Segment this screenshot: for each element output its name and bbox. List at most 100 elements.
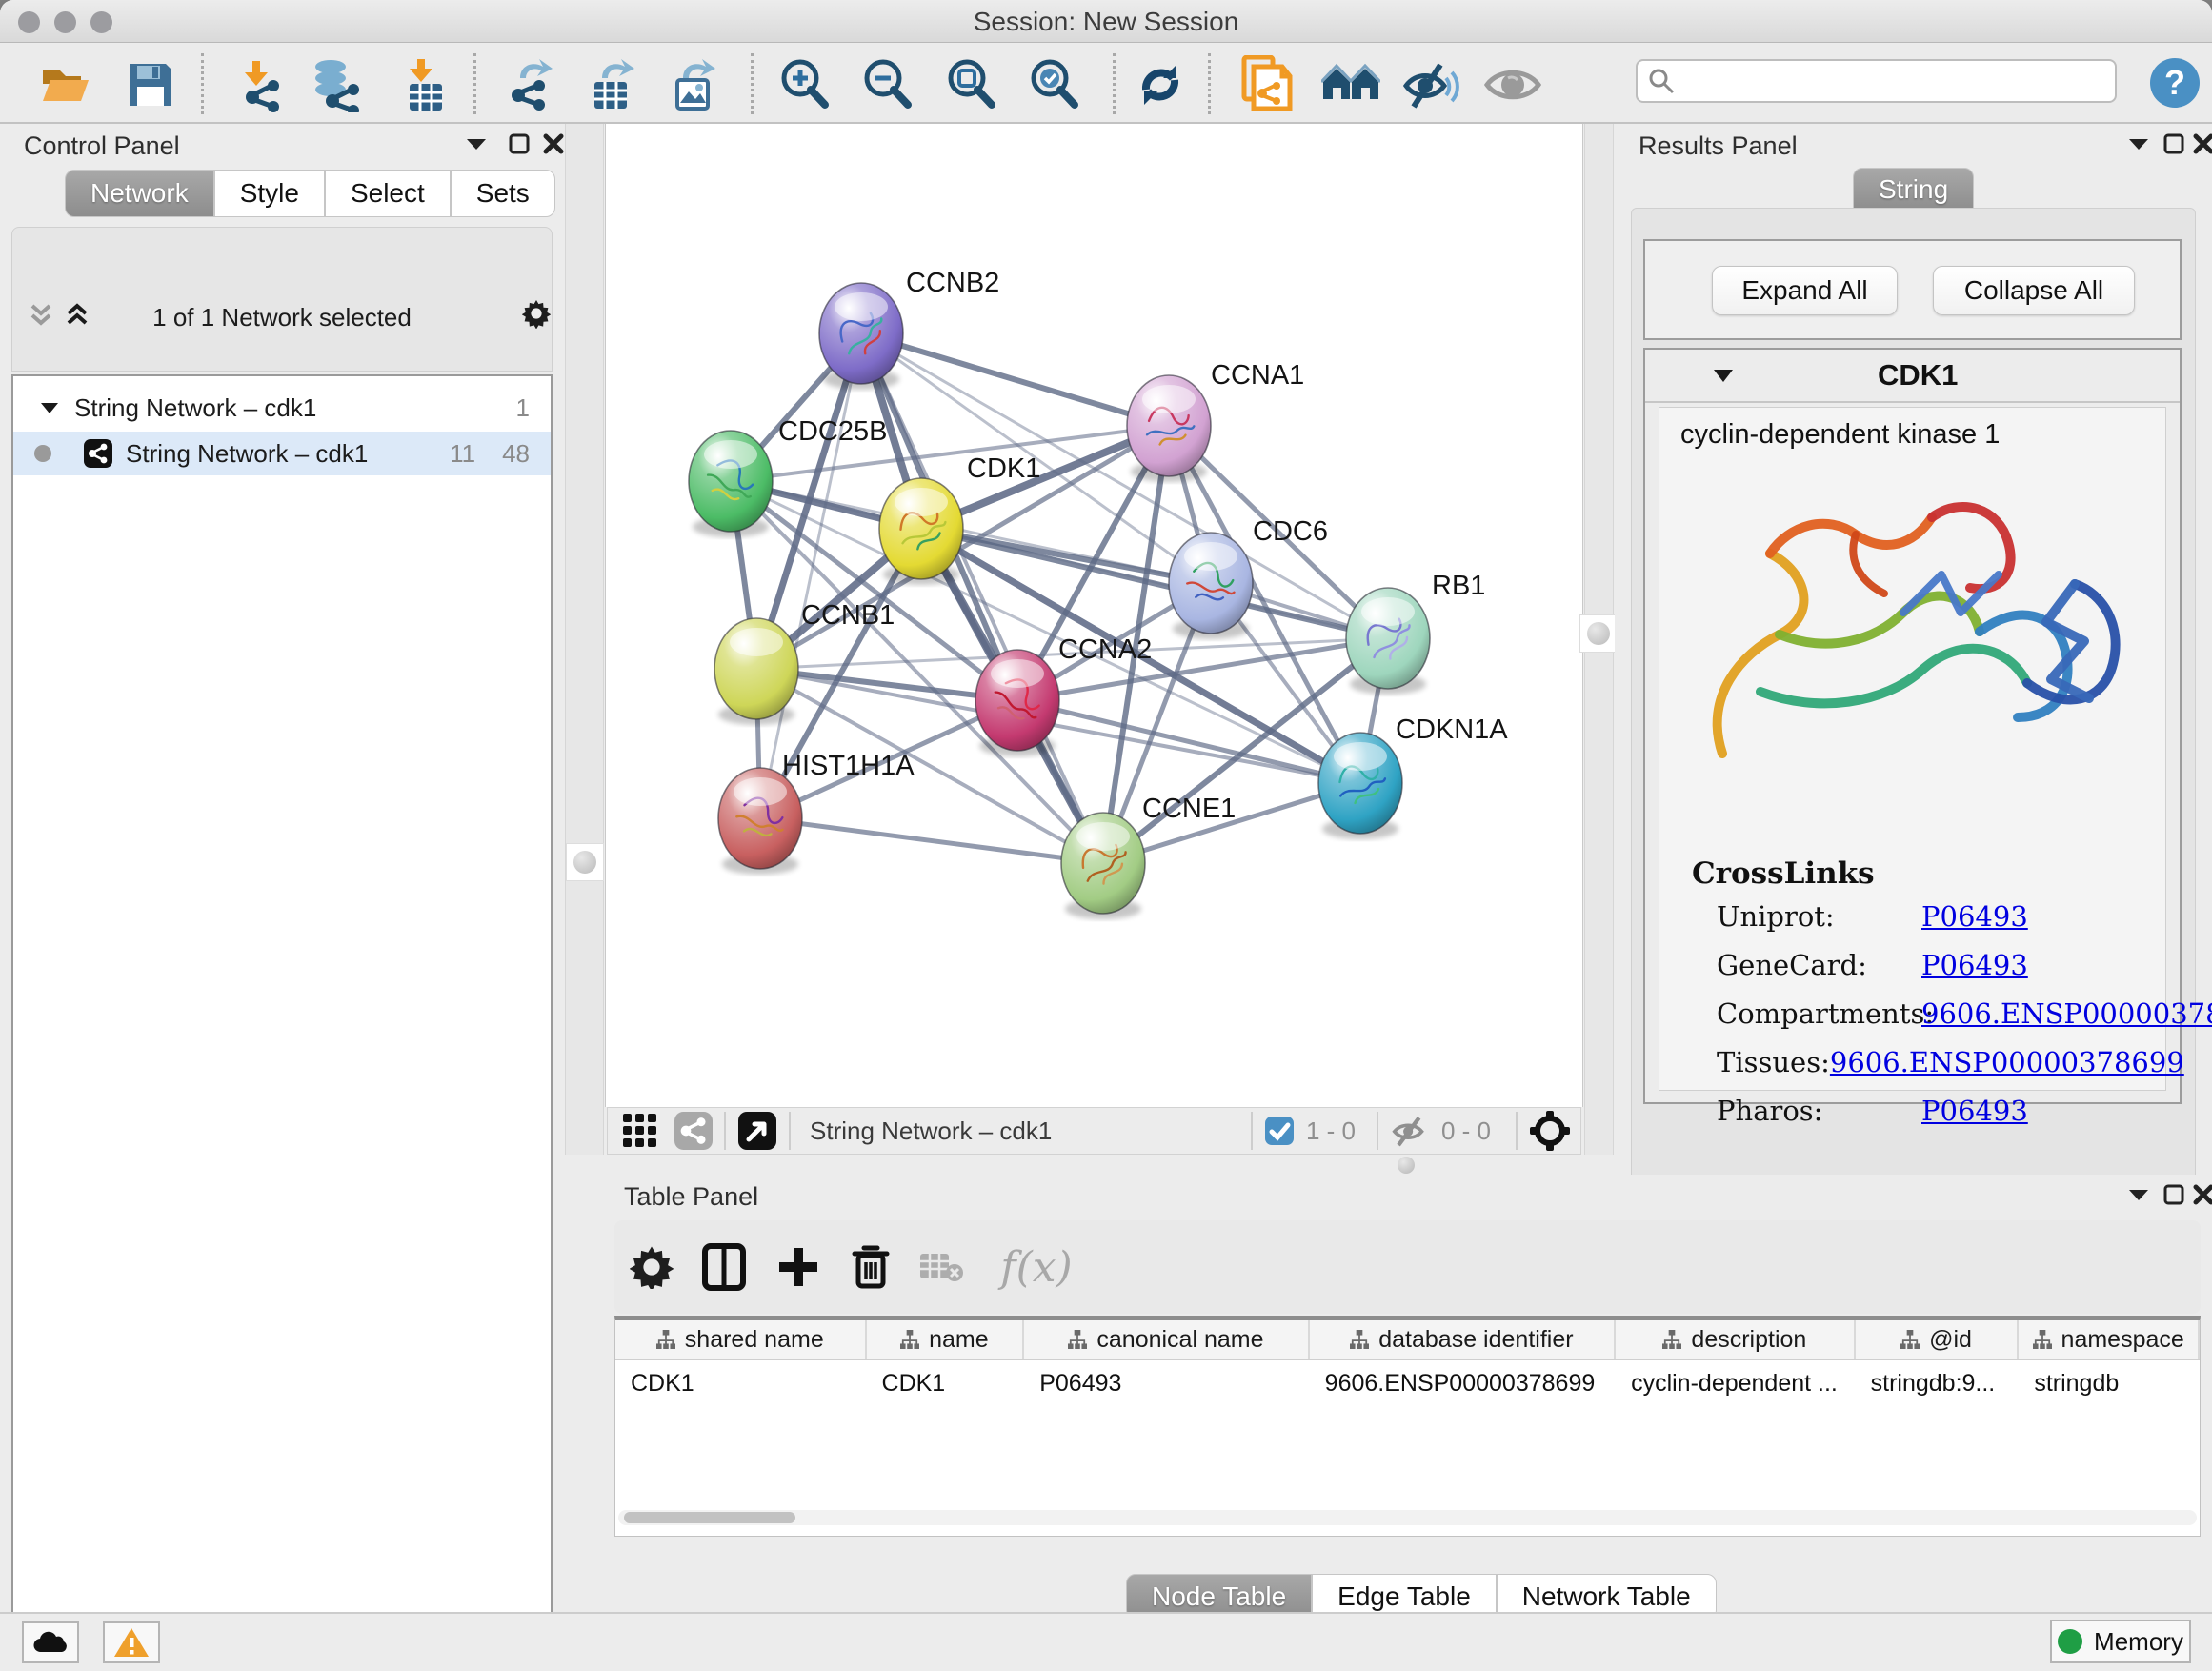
zoom-out-icon[interactable] (858, 55, 917, 114)
tab-select[interactable]: Select (325, 170, 451, 217)
import-network-database-icon[interactable] (306, 55, 365, 114)
crosslink-value-link[interactable]: 9606.ENSP00000378699 (1830, 1046, 2184, 1078)
gene-expander-icon[interactable] (1712, 368, 1735, 383)
table-panel-menu-icon[interactable] (2124, 1180, 2153, 1209)
node-HIST1H1A[interactable] (718, 768, 802, 875)
network-options-gear-icon[interactable] (522, 299, 551, 328)
results-panel-float-icon[interactable] (2160, 130, 2188, 158)
cloud-status-button[interactable] (22, 1621, 79, 1663)
network-row[interactable]: String Network – cdk1 11 48 (13, 432, 551, 475)
tab-style[interactable]: Style (214, 170, 325, 217)
warnings-button[interactable] (103, 1621, 160, 1663)
delete-column-trash-icon[interactable] (841, 1238, 900, 1297)
table-panel-float-icon[interactable] (2160, 1180, 2188, 1209)
tab-network[interactable]: Network (65, 170, 214, 217)
cell[interactable]: CDK1 (615, 1362, 867, 1404)
birds-eye-view-icon[interactable] (737, 1111, 777, 1151)
control-panel-float-icon[interactable] (505, 130, 533, 158)
function-builder-icon[interactable]: f(x) (984, 1238, 1089, 1297)
zoom-fit-icon[interactable] (942, 55, 1001, 114)
gene-header[interactable]: CDK1 (1645, 350, 2180, 403)
delete-table-icon[interactable] (912, 1238, 971, 1297)
node-CCNA2[interactable] (975, 650, 1059, 756)
left-splitter[interactable] (565, 124, 604, 1155)
results-panel-close-icon[interactable] (2189, 130, 2212, 158)
node-CCNB1[interactable] (714, 618, 798, 725)
show-columns-icon[interactable] (694, 1238, 754, 1297)
zoom-in-icon[interactable] (775, 55, 835, 114)
collapse-all-button[interactable]: Collapse All (1933, 266, 2135, 315)
table-row[interactable]: CDK1CDK1P064939606.ENSP00000378699cyclin… (615, 1362, 2200, 1404)
home-icon[interactable] (1321, 55, 1380, 114)
search-input[interactable] (1676, 67, 2076, 95)
open-session-icon[interactable] (35, 55, 94, 114)
node-CCNB2[interactable] (819, 283, 903, 390)
export-table-icon[interactable] (583, 55, 642, 114)
edge-CCNB2-CCNA1[interactable] (861, 333, 1169, 426)
right-splitter-handle[interactable] (1579, 614, 1618, 653)
add-column-icon[interactable] (769, 1238, 828, 1297)
network-view[interactable]: CCNB2CCNA1CDC25BCDK1CDC6RB1CCNB1CCNA2CDK… (605, 124, 1583, 1107)
crosslink-value-link[interactable]: P06493 (1921, 900, 2028, 933)
table-panel-close-icon[interactable] (2189, 1180, 2212, 1209)
table-horizontal-scrollbar[interactable] (618, 1510, 2197, 1525)
crosslink-value-link[interactable]: 9606.ENSP00000378699 (1921, 997, 2212, 1030)
edge-CCNB2-HIST1H1A[interactable] (760, 333, 861, 818)
crosslink-value-link[interactable]: P06493 (1921, 949, 2028, 981)
column-header-canonical-name[interactable]: canonical name (1024, 1320, 1309, 1359)
zoom-selected-icon[interactable] (1025, 55, 1084, 114)
table-settings-gear-icon[interactable] (622, 1238, 681, 1297)
node-CCNA1[interactable] (1127, 375, 1211, 482)
network-collection-row[interactable]: String Network – cdk1 1 (13, 386, 551, 430)
cell[interactable]: cyclin-dependent ... (1616, 1362, 1856, 1404)
column-header--id[interactable]: @id (1856, 1320, 2020, 1359)
tab-string[interactable]: String (1853, 168, 1974, 211)
node-CDKN1A[interactable] (1318, 733, 1402, 839)
save-session-icon[interactable] (121, 55, 180, 114)
column-label: @id (1929, 1326, 1972, 1354)
crosslink-label: GeneCard: (1717, 949, 1921, 981)
string-document-share-icon[interactable] (1237, 55, 1297, 114)
node-CDC6[interactable] (1169, 533, 1253, 639)
scrollbar-thumb[interactable] (624, 1512, 795, 1523)
collection-count: 1 (516, 393, 530, 423)
expand-all-button[interactable]: Expand All (1712, 266, 1898, 315)
node-CCNE1[interactable] (1061, 813, 1145, 919)
export-network-icon[interactable] (499, 55, 558, 114)
edge-CCNB2-CCNE1[interactable] (861, 333, 1103, 863)
node-CDK1[interactable] (879, 478, 963, 585)
left-splitter-handle[interactable] (566, 843, 604, 881)
show-all-icon[interactable] (1483, 55, 1542, 114)
table-splitter-handle[interactable] (1393, 1157, 1419, 1174)
cell[interactable]: stringdb (2019, 1362, 2200, 1404)
column-header-database-identifier[interactable]: database identifier (1310, 1320, 1616, 1359)
refresh-icon[interactable] (1131, 55, 1190, 114)
control-panel-close-icon[interactable] (539, 130, 568, 158)
hide-selected-icon[interactable] (1401, 55, 1460, 114)
cell[interactable]: 9606.ENSP00000378699 (1310, 1362, 1616, 1404)
memory-button[interactable]: Memory (2050, 1620, 2191, 1663)
export-image-icon[interactable] (666, 55, 725, 114)
tab-sets[interactable]: Sets (451, 170, 555, 217)
control-panel-menu-icon[interactable] (462, 130, 491, 158)
toolbar-search-field[interactable] (1636, 59, 2117, 103)
crosslink-value-link[interactable]: P06493 (1921, 1095, 2028, 1127)
help-icon[interactable]: ? (2145, 53, 2204, 112)
grid-view-icon[interactable] (621, 1112, 659, 1150)
cell[interactable]: stringdb:9... (1856, 1362, 2020, 1404)
cell[interactable]: P06493 (1024, 1362, 1309, 1404)
import-network-file-icon[interactable] (230, 55, 289, 114)
column-header-namespace[interactable]: namespace (2019, 1320, 2200, 1359)
cell[interactable]: CDK1 (867, 1362, 1025, 1404)
edge-HIST1H1A-CCNE1[interactable] (760, 818, 1103, 863)
column-header-description[interactable]: description (1616, 1320, 1856, 1359)
column-header-shared-name[interactable]: shared name (615, 1320, 867, 1359)
column-header-name[interactable]: name (867, 1320, 1025, 1359)
crosshair-icon[interactable] (1529, 1110, 1571, 1152)
node-CDC25B[interactable] (689, 431, 773, 537)
import-table-icon[interactable] (394, 55, 453, 114)
results-panel-menu-icon[interactable] (2124, 130, 2153, 158)
node-RB1[interactable] (1346, 588, 1430, 695)
network-share-view-icon[interactable] (674, 1112, 713, 1150)
collection-expander-icon[interactable] (40, 401, 59, 414)
